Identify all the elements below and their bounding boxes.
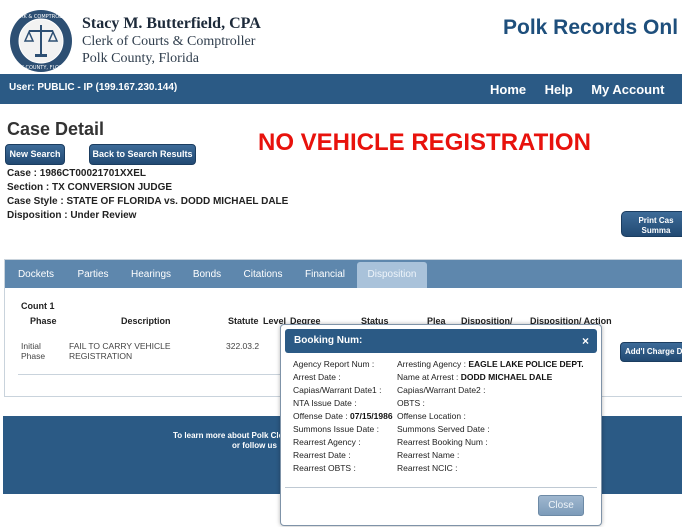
case-disposition: Disposition : Under Review: [7, 210, 137, 221]
offense-date-label: Offense Date :: [293, 411, 348, 421]
summons-served-date: Summons Served Date :: [397, 424, 490, 434]
name-at-arrest-label: Name at Arrest :: [397, 372, 459, 382]
annotation-banner: NO VEHICLE REGISTRATION: [258, 129, 591, 156]
clerk-seal-logo: CLERK & COMPTROLLER POLK COUNTY, FLORIDA: [10, 10, 72, 72]
arresting-agency-value: EAGLE LAKE POLICE DEPT.: [468, 359, 584, 369]
col-description: Description: [121, 316, 171, 326]
rearrest-obts-label: Rearrest OBTS :: [293, 463, 356, 473]
row-description-line1: FAIL TO CARRY VEHICLE: [69, 341, 171, 351]
rearrest-agency: Rearrest Agency :: [293, 437, 361, 447]
row-description-line2: REGISTRATION: [69, 351, 133, 361]
row-phase-line1: Initial: [21, 341, 41, 351]
count-label: Count 1: [21, 301, 55, 311]
tab-citations[interactable]: Citations: [234, 262, 292, 288]
tab-bonds[interactable]: Bonds: [182, 262, 232, 288]
capias-date1: Capias/Warrant Date1 :: [293, 385, 382, 395]
rearrest-booking-num-label: Rearrest Booking Num :: [397, 437, 488, 447]
col-statute: Statute: [228, 316, 259, 326]
summons-issue-date: Summons Issue Date :: [293, 424, 379, 434]
footer-text-1: To learn more about Polk Cle: [173, 431, 284, 440]
rearrest-ncic: Rearrest NCIC :: [397, 463, 457, 473]
tab-financial[interactable]: Financial: [295, 262, 355, 288]
nta-issue-date-label: NTA Issue Date :: [293, 398, 357, 408]
obts: OBTS :: [397, 398, 425, 408]
summons-served-date-label: Summons Served Date :: [397, 424, 490, 434]
rearrest-agency-label: Rearrest Agency :: [293, 437, 361, 447]
page-title: Case Detail: [7, 119, 105, 139]
col-phase: Phase: [30, 316, 57, 326]
seal-top-text: CLERK & COMPTROLLER: [11, 14, 72, 20]
agency-report-num-label: Agency Report Num :: [293, 359, 375, 369]
booking-dialog: Booking Num: × Agency Report Num : Arres…: [280, 324, 602, 526]
summons-issue-date-label: Summons Issue Date :: [293, 424, 379, 434]
capias-date2: Capias/Warrant Date2 :: [397, 385, 486, 395]
print-case-summary-button[interactable]: Print Cas Summa: [621, 211, 682, 237]
name-at-arrest-value: DODD MICHAEL DALE: [460, 372, 553, 382]
top-nav: Home Help My Account Lo: [490, 81, 682, 99]
case-style: Case Style : STATE OF FLORIDA vs. DODD M…: [7, 196, 289, 207]
offense-location: Offense Location :: [397, 411, 466, 421]
user-bar: User: PUBLIC - IP (199.167.230.144) Home…: [0, 74, 682, 104]
back-to-results-button[interactable]: Back to Search Results: [89, 144, 196, 165]
footer-text-2: or follow us: [232, 441, 277, 450]
clerk-name: Stacy M. Butterfield, CPA: [82, 15, 261, 32]
print-button-line2: Summa: [641, 226, 671, 235]
rearrest-ncic-label: Rearrest NCIC :: [397, 463, 458, 473]
row-phase-line2: Phase: [21, 351, 46, 361]
nav-my-account[interactable]: My Account: [591, 82, 664, 97]
row-statute: 322.03.2: [226, 341, 260, 351]
dialog-title: Booking Num:: [294, 335, 363, 346]
dialog-divider: [285, 487, 597, 488]
capias-date1-label: Capias/Warrant Date1 :: [293, 385, 382, 395]
close-icon[interactable]: ×: [582, 334, 589, 348]
user-info: User: PUBLIC - IP (199.167.230.144): [9, 82, 178, 93]
rearrest-name: Rearrest Name :: [397, 450, 459, 460]
arrest-date-label: Arrest Date :: [293, 372, 341, 382]
seal-bottom-text: POLK COUNTY, FLORIDA: [11, 65, 72, 71]
dialog-header: Booking Num: ×: [285, 329, 597, 353]
organization-block: Stacy M. Butterfield, CPA Clerk of Court…: [82, 14, 261, 67]
case-section: Section : TX CONVERSION JUDGE: [7, 182, 173, 193]
tab-disposition[interactable]: Disposition: [357, 262, 427, 288]
nav-help[interactable]: Help: [545, 82, 573, 97]
arrest-date: Arrest Date :: [293, 372, 341, 382]
rearrest-date: Rearrest Date :: [293, 450, 351, 460]
nav-home[interactable]: Home: [490, 82, 526, 97]
case-number: Case : 1986CT00021701XXEL: [7, 168, 146, 179]
additional-charge-data-button[interactable]: Add'l Charge Da: [620, 342, 682, 362]
arresting-agency: Arresting Agency : EAGLE LAKE POLICE DEP…: [397, 359, 584, 369]
capias-date2-label: Capias/Warrant Date2 :: [397, 385, 486, 395]
offense-date: Offense Date : 07/15/1986: [293, 411, 393, 421]
rearrest-obts: Rearrest OBTS :: [293, 463, 356, 473]
arresting-agency-label: Arresting Agency :: [397, 359, 466, 369]
row-divider: [18, 374, 288, 375]
offense-date-value: 07/15/1986: [350, 411, 393, 421]
new-search-button[interactable]: New Search: [5, 144, 65, 165]
tab-hearings[interactable]: Hearings: [122, 262, 180, 288]
agency-report-num: Agency Report Num :: [293, 359, 374, 369]
site-brand[interactable]: Polk Records Onl: [503, 16, 678, 40]
obts-label: OBTS :: [397, 398, 425, 408]
tab-parties[interactable]: Parties: [66, 262, 120, 288]
county-name: Polk County, Florida: [82, 51, 199, 66]
rearrest-name-label: Rearrest Name :: [397, 450, 460, 460]
clerk-title: Clerk of Courts & Comptroller: [82, 34, 256, 49]
print-button-line1: Print Cas: [638, 216, 674, 225]
site-header: CLERK & COMPTROLLER POLK COUNTY, FLORIDA…: [0, 0, 682, 74]
offense-location-label: Offense Location :: [397, 411, 466, 421]
close-button[interactable]: Close: [538, 495, 584, 516]
rearrest-booking-num: Rearrest Booking Num :: [397, 437, 488, 447]
tab-dockets[interactable]: Dockets: [8, 262, 64, 288]
name-at-arrest: Name at Arrest : DODD MICHAEL DALE: [397, 372, 552, 382]
rearrest-date-label: Rearrest Date :: [293, 450, 351, 460]
nta-issue-date: NTA Issue Date :: [293, 398, 357, 408]
